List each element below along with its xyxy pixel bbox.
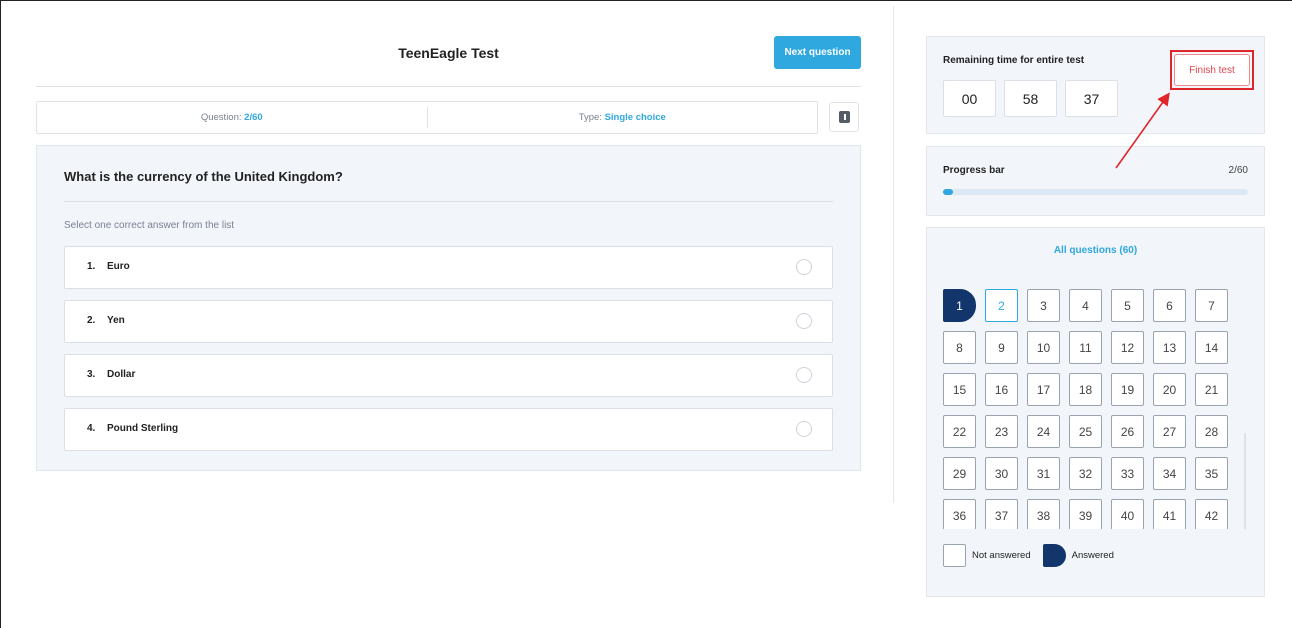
question-number-25[interactable]: 25 [1069, 415, 1102, 448]
question-number-32[interactable]: 32 [1069, 457, 1102, 490]
answered-label: Answered [1071, 550, 1114, 561]
question-number-3[interactable]: 3 [1027, 289, 1060, 322]
timer-seconds: 37 [1065, 80, 1118, 117]
grid-scrollbar[interactable] [1244, 433, 1246, 529]
question-card: What is the currency of the United Kingd… [36, 145, 861, 471]
question-number-19[interactable]: 19 [1111, 373, 1144, 406]
radio-button[interactable] [796, 367, 812, 383]
question-number-17[interactable]: 17 [1027, 373, 1060, 406]
question-number-42[interactable]: 42 [1195, 499, 1228, 529]
not-answered-label: Not answered [972, 550, 1031, 561]
radio-button[interactable] [796, 313, 812, 329]
all-questions-link[interactable]: All questions (60) [927, 245, 1264, 256]
question-number-40[interactable]: 40 [1111, 499, 1144, 529]
option-number: 2. [87, 315, 96, 326]
question-number-16[interactable]: 16 [985, 373, 1018, 406]
question-number-41[interactable]: 41 [1153, 499, 1186, 529]
next-question-button[interactable]: Next question [774, 36, 861, 69]
answer-hint: Select one correct answer from the list [64, 220, 235, 231]
question-number-30[interactable]: 30 [985, 457, 1018, 490]
page-title: TeenEagle Test [398, 45, 499, 61]
question-number-31[interactable]: 31 [1027, 457, 1060, 490]
question-text: What is the currency of the United Kingd… [64, 169, 343, 184]
question-counter-label: Question: [200, 112, 245, 123]
option-number: 3. [87, 369, 96, 380]
timer-panel: Remaining time for entire test 00 58 37 … [926, 36, 1265, 134]
progress-panel: Progress bar 2/60 [926, 146, 1265, 216]
question-number-29[interactable]: 29 [943, 457, 976, 490]
question-number-37[interactable]: 37 [985, 499, 1018, 529]
question-number-15[interactable]: 15 [943, 373, 976, 406]
answer-option-4[interactable]: 4. Pound Sterling [64, 408, 833, 451]
question-number-34[interactable]: 34 [1153, 457, 1186, 490]
progress-count: 2/60 [1228, 165, 1248, 176]
question-counter: Question: 2/60 [37, 112, 427, 123]
timer-minutes: 58 [1004, 80, 1057, 117]
timer-hours: 00 [943, 80, 996, 117]
question-number-11[interactable]: 11 [1069, 331, 1102, 364]
question-type-label: Type: [578, 112, 605, 123]
answered-swatch [1042, 544, 1066, 567]
option-label: Pound Sterling [107, 423, 179, 434]
question-number-7[interactable]: 7 [1195, 289, 1228, 322]
question-counter-value: 2/60 [244, 112, 263, 123]
option-label: Dollar [107, 369, 136, 380]
question-number-39[interactable]: 39 [1069, 499, 1102, 529]
question-number-27[interactable]: 27 [1153, 415, 1186, 448]
option-label: Yen [107, 315, 125, 326]
question-type-value: Single choice [604, 112, 666, 123]
timer-label: Remaining time for entire test [943, 55, 1085, 66]
progress-bar [943, 189, 1248, 195]
question-number-12[interactable]: 12 [1111, 331, 1144, 364]
question-number-4[interactable]: 4 [1069, 289, 1102, 322]
radio-button[interactable] [796, 421, 812, 437]
question-number-33[interactable]: 33 [1111, 457, 1144, 490]
question-number-22[interactable]: 22 [943, 415, 976, 448]
question-number-5[interactable]: 5 [1111, 289, 1144, 322]
question-number-35[interactable]: 35 [1195, 457, 1228, 490]
answer-option-2[interactable]: 2. Yen [64, 300, 833, 343]
question-grid: 1 2 3 4 5 6 7 8 9 10 11 12 13 14 15 16 17 18 19 20 21 22 23 24 2… [943, 289, 1243, 529]
question-number-38[interactable]: 38 [1027, 499, 1060, 529]
question-number-23[interactable]: 23 [985, 415, 1018, 448]
not-answered-swatch [943, 544, 966, 567]
question-number-24[interactable]: 24 [1027, 415, 1060, 448]
info-button[interactable] [829, 102, 859, 132]
progress-bar-fill [943, 189, 954, 195]
question-info-bar: Question: 2/60 Type: Single choice [36, 101, 818, 134]
question-divider [64, 201, 833, 202]
question-number-6[interactable]: 6 [1153, 289, 1186, 322]
question-number-9[interactable]: 9 [985, 331, 1018, 364]
test-header: TeenEagle Test Next question [36, 30, 861, 87]
question-number-2[interactable]: 2 [985, 289, 1018, 322]
question-number-13[interactable]: 13 [1153, 331, 1186, 364]
option-number: 1. [87, 261, 96, 272]
question-type: Type: Single choice [428, 112, 818, 123]
question-number-18[interactable]: 18 [1069, 373, 1102, 406]
question-number-14[interactable]: 14 [1195, 331, 1228, 364]
question-number-1[interactable]: 1 [943, 289, 976, 322]
option-label: Euro [107, 261, 130, 272]
legend: Not answered Answered [943, 544, 1114, 567]
question-number-28[interactable]: 28 [1195, 415, 1228, 448]
question-number-36[interactable]: 36 [943, 499, 976, 529]
answer-option-3[interactable]: 3. Dollar [64, 354, 833, 397]
column-divider [893, 6, 894, 503]
question-number-8[interactable]: 8 [943, 331, 976, 364]
book-icon [838, 111, 850, 123]
question-number-26[interactable]: 26 [1111, 415, 1144, 448]
question-number-20[interactable]: 20 [1153, 373, 1186, 406]
question-number-10[interactable]: 10 [1027, 331, 1060, 364]
question-number-21[interactable]: 21 [1195, 373, 1228, 406]
option-number: 4. [87, 423, 96, 434]
finish-test-button[interactable]: Finish test [1174, 54, 1250, 86]
answer-option-1[interactable]: 1. Euro [64, 246, 833, 289]
radio-button[interactable] [796, 259, 812, 275]
question-navigator: All questions (60) 1 2 3 4 5 6 7 8 9 10 11 12 13 14 15… [926, 227, 1265, 597]
progress-label: Progress bar [943, 165, 1005, 176]
